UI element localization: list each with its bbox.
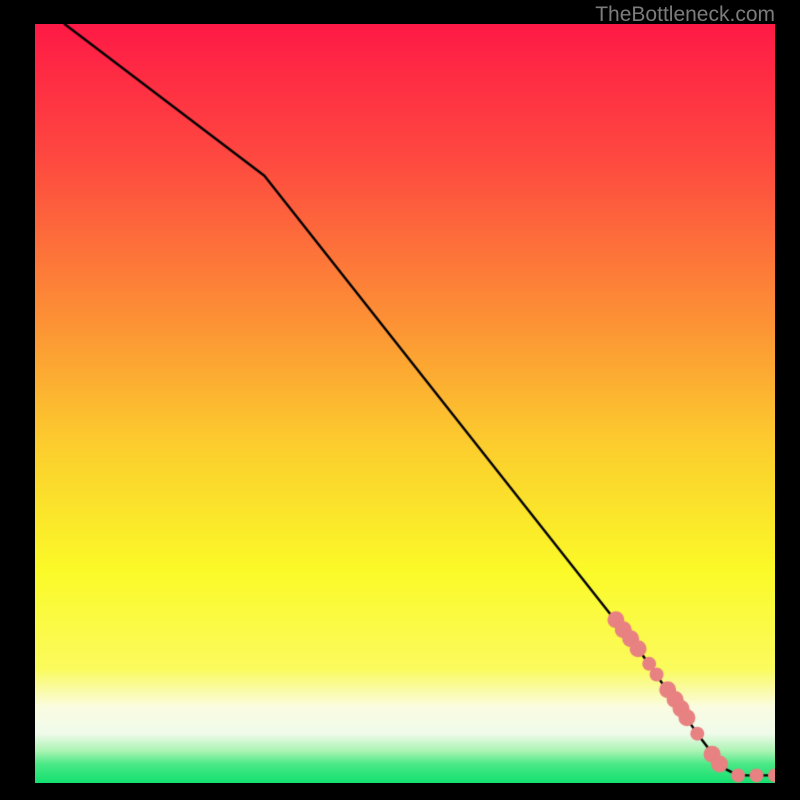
chart-frame: TheBottleneck.com [0,0,800,800]
plot-area [35,24,775,783]
curve-layer [35,24,775,783]
